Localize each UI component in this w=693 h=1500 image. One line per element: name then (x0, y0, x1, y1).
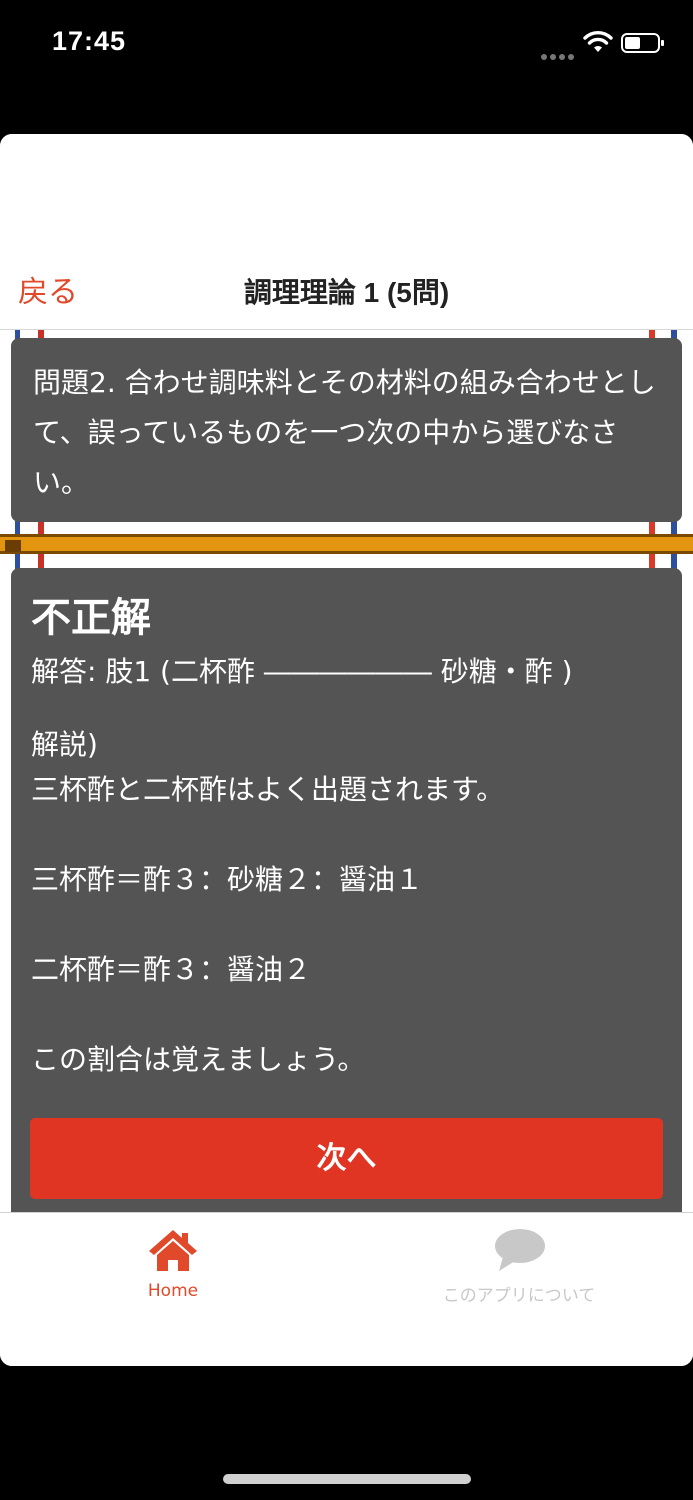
status-time: 17:45 (52, 26, 127, 56)
speech-bubble-icon (495, 1229, 545, 1271)
app-screen: 17:45 戻る 調理理論 1 (5問) 問題2. 合わせ調味料とその材料の組み… (0, 0, 693, 1500)
page-title: 調理理論 1 (5問) (243, 277, 450, 308)
divider-bar (0, 534, 693, 554)
question-text: 問題2. 合わせ調味料とその材料の組み合わせとして、誤っているものを一つ次の中か… (33, 366, 656, 499)
status-bar: 17:45 (0, 0, 693, 90)
answer-line: 解答: 肢1 (二杯酢 ―――――― 砂糖・酢 ) (31, 655, 573, 688)
tab-bar: Home このアプリについて (0, 1212, 693, 1366)
home-indicator[interactable] (223, 1474, 471, 1484)
explanation-line: 二杯酢＝酢３：醤油２ (31, 953, 312, 986)
result-title: 不正解 (31, 595, 151, 641)
divider-handle (5, 540, 21, 552)
navigation-bar: 戻る 調理理論 1 (5問) (0, 134, 693, 330)
tab-home[interactable]: Home (73, 1227, 273, 1301)
home-icon (149, 1230, 197, 1271)
question-card: 問題2. 合わせ調味料とその材料の組み合わせとして、誤っているものを一つ次の中か… (11, 338, 682, 522)
explanation-line: 解説) (31, 728, 98, 761)
explanation-line: 三杯酢と二杯酢はよく出題されます。 (31, 773, 505, 806)
explanation: 解説) 三杯酢と二杯酢はよく出題されます。 三杯酢＝酢３：砂糖２：醤油１ 二杯酢… (31, 722, 662, 1082)
wifi-icon (583, 31, 613, 52)
app-sheet: 戻る 調理理論 1 (5問) 問題2. 合わせ調味料とその材料の組み合わせとして… (0, 134, 693, 1366)
next-button[interactable]: 次へ (30, 1118, 663, 1199)
battery-icon (621, 33, 664, 53)
tab-label: Home (147, 1281, 199, 1301)
tab-label: このアプリについて (442, 1286, 596, 1306)
answer-card: 不正解 解答: 肢1 (二杯酢 ―――――― 砂糖・酢 ) 解説) 三杯酢と二杯… (11, 568, 682, 1212)
explanation-line (31, 812, 662, 857)
explanation-line: 三杯酢＝酢３：砂糖２：醤油１ (31, 863, 424, 896)
quiz-content[interactable]: 問題2. 合わせ調味料とその材料の組み合わせとして、誤っているものを一つ次の中か… (0, 330, 693, 1212)
explanation-line: この割合は覚えましょう。 (31, 1043, 366, 1076)
explanation-line (31, 902, 662, 947)
cellular-signal-icon (541, 45, 577, 60)
tab-about[interactable]: このアプリについて (419, 1227, 619, 1306)
explanation-line (31, 992, 662, 1037)
